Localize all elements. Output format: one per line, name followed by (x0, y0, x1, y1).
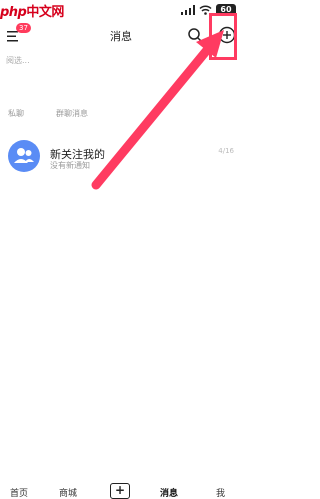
annotation-arrow-icon (91, 30, 224, 190)
avatar (8, 140, 40, 172)
site-watermark: php中文网 (0, 1, 64, 20)
shortcut-private[interactable]: 私聊 (8, 108, 24, 119)
conversation-time: 4/16 (218, 147, 234, 155)
search-icon[interactable] (187, 27, 203, 43)
message-header: 37 消息 (0, 22, 242, 50)
nav-me[interactable]: 我 (216, 486, 225, 499)
highlight-box (209, 13, 237, 60)
conversation-subtitle: 没有新通知 (50, 161, 90, 170)
page-title: 消息 (110, 30, 132, 43)
signal-icon (181, 5, 195, 15)
nav-mall[interactable]: 商城 (59, 486, 77, 499)
watermark-text: 中文网 (26, 5, 64, 20)
search-placeholder: 阅选... (6, 56, 30, 65)
users-icon (14, 148, 34, 163)
nav-messages[interactable]: 消息 (160, 486, 178, 499)
nav-home[interactable]: 首页 (10, 486, 28, 499)
watermark-php: php (0, 5, 27, 20)
shortcut-row (0, 104, 242, 118)
shortcut-group[interactable]: 群聊消息 (56, 108, 88, 119)
